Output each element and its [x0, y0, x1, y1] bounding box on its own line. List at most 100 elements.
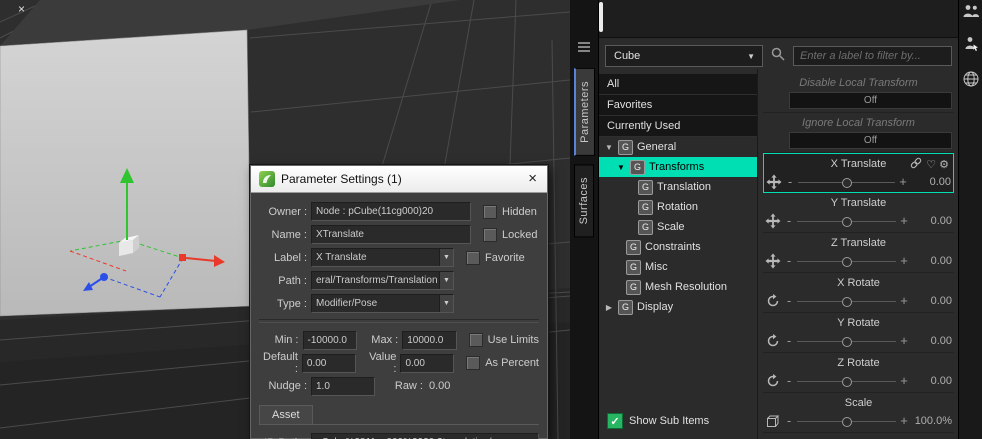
link-icon[interactable] [909, 156, 923, 173]
param-z-rotate[interactable]: Z Rotate - + 0.00 [763, 353, 954, 393]
nudge-field[interactable]: 1.0 [311, 376, 375, 396]
slider-decrement[interactable]: - [785, 373, 793, 388]
scrollbar-thumb[interactable] [599, 2, 603, 32]
slider-increment[interactable]: + [900, 413, 908, 428]
slider-decrement[interactable]: - [785, 333, 793, 348]
tree-item-mesh-resolution[interactable]: G Mesh Resolution [599, 277, 757, 297]
param-y-translate[interactable]: Y Translate - + 0.00 [763, 193, 954, 233]
slider-track[interactable] [797, 334, 896, 348]
owner-field[interactable]: Node : pCube(11cg000)20 [311, 202, 471, 221]
slider-value[interactable]: 0.00 [912, 375, 952, 387]
slider-value[interactable]: 0.00 [912, 215, 952, 227]
default-field[interactable]: 0.00 [301, 353, 356, 373]
expand-arrow-icon[interactable]: ▼ [604, 143, 614, 152]
tree-item-display[interactable]: ▶ G Display [599, 297, 757, 317]
off-button[interactable]: Off [789, 92, 952, 109]
expand-arrow-icon[interactable]: ▼ [616, 163, 626, 172]
expand-arrow-icon[interactable]: ▶ [604, 303, 614, 312]
panel-menu-icon[interactable] [576, 40, 592, 58]
dropdown-arrow-icon[interactable]: ▼ [439, 249, 453, 266]
checkbox-locked[interactable]: Locked [483, 227, 537, 242]
heart-icon[interactable]: ♡ [926, 158, 936, 172]
slider-track[interactable] [798, 175, 895, 189]
favorite-checkbox-box[interactable] [466, 250, 480, 265]
tab-parameters[interactable]: Parameters [573, 68, 595, 156]
globe-icon[interactable] [962, 70, 980, 93]
close-icon[interactable]: × [526, 171, 539, 186]
slider-value[interactable]: 0.00 [912, 255, 952, 267]
param-scale[interactable]: Scale - + 100.0% [763, 393, 954, 433]
slider-increment[interactable]: + [900, 293, 908, 308]
tab-asset[interactable]: Asset [259, 405, 313, 424]
tree-item-favorites[interactable]: Favorites [599, 95, 757, 116]
slider-increment[interactable]: + [900, 333, 908, 348]
dialog-titlebar[interactable]: Parameter Settings (1) × [251, 166, 547, 193]
slider-handle[interactable] [841, 216, 852, 227]
slider-track[interactable] [797, 254, 896, 268]
filter-input[interactable] [793, 46, 952, 66]
slider-handle[interactable] [841, 376, 852, 387]
slider-value[interactable]: 0.00 [912, 295, 952, 307]
tree-item-rotation[interactable]: G Rotation [599, 197, 757, 217]
param-x-translate[interactable]: X Translate ♡ ⚙ - + 0.00 [763, 153, 954, 193]
as-percent-checkbox-box[interactable] [466, 356, 481, 370]
show-sub-items-checkbox[interactable]: ✓ [607, 413, 623, 429]
param-y-rotate[interactable]: Y Rotate - + 0.00 [763, 313, 954, 353]
tree-item-all[interactable]: All [599, 74, 757, 95]
tree-item-general[interactable]: ▼ G General [599, 137, 757, 157]
checkbox-as-percent[interactable]: As Percent [466, 356, 539, 370]
slider-handle[interactable] [841, 177, 852, 188]
gear-icon[interactable]: ⚙ [939, 158, 949, 172]
value-field[interactable]: 0.00 [400, 353, 455, 373]
tree-item-misc[interactable]: G Misc [599, 257, 757, 277]
tree-item-constraints[interactable]: G Constraints [599, 237, 757, 257]
tree-item-translation[interactable]: G Translation [599, 177, 757, 197]
slider-value[interactable]: 0.00 [912, 335, 952, 347]
slider-decrement[interactable]: - [785, 253, 793, 268]
person-select-icon[interactable] [963, 36, 979, 57]
show-sub-items[interactable]: ✓ Show Sub Items [607, 413, 709, 429]
people-icon[interactable] [962, 4, 980, 23]
use-limits-checkbox-box[interactable] [468, 333, 483, 347]
slider-handle[interactable] [841, 256, 852, 267]
tree-item-currently-used[interactable]: Currently Used [599, 116, 757, 137]
type-field[interactable]: Modifier/Pose ▼ [311, 294, 454, 313]
id-path-field[interactable]: pCube%2811cg000%2920:?translation/x [311, 433, 539, 439]
locked-checkbox-box[interactable] [483, 227, 497, 242]
node-selector-dropdown[interactable]: Cube ▼ [605, 45, 763, 67]
max-field[interactable]: 10000.0 [402, 330, 457, 350]
slider-decrement[interactable]: - [785, 413, 793, 428]
dropdown-arrow-icon[interactable]: ▼ [439, 295, 453, 312]
param-z-translate[interactable]: Z Translate - + 0.00 [763, 233, 954, 273]
slider-decrement[interactable]: - [785, 293, 793, 308]
param-x-rotate[interactable]: X Rotate - + 0.00 [763, 273, 954, 313]
slider-track[interactable] [797, 414, 896, 428]
off-button[interactable]: Off [789, 132, 952, 149]
checkbox-use-limits[interactable]: Use Limits [468, 333, 539, 347]
slider-increment[interactable]: + [900, 213, 908, 228]
slider-increment[interactable]: + [899, 174, 907, 189]
slider-decrement[interactable]: - [786, 174, 794, 189]
tab-surfaces[interactable]: Surfaces [574, 163, 594, 238]
dropdown-arrow-icon[interactable]: ▼ [439, 272, 453, 289]
checkbox-favorite[interactable]: Favorite [466, 250, 525, 265]
checkbox-hidden[interactable]: Hidden [483, 204, 537, 219]
slider-handle[interactable] [841, 336, 852, 347]
name-field[interactable]: XTranslate [311, 225, 471, 244]
slider-handle[interactable] [841, 416, 852, 427]
slider-handle[interactable] [841, 296, 852, 307]
hidden-checkbox-box[interactable] [483, 204, 497, 219]
min-field[interactable]: -10000.0 [302, 330, 357, 350]
path-field[interactable]: eral/Transforms/Translation ▼ [311, 271, 454, 290]
slider-increment[interactable]: + [900, 373, 908, 388]
slider-track[interactable] [797, 374, 896, 388]
slider-increment[interactable]: + [900, 253, 908, 268]
slider-track[interactable] [797, 294, 896, 308]
slider-track[interactable] [797, 214, 896, 228]
tree-item-transforms[interactable]: ▼ G Transforms [599, 157, 757, 177]
slider-value[interactable]: 100.0% [912, 415, 952, 427]
tree-item-scale[interactable]: G Scale [599, 217, 757, 237]
slider-value[interactable]: 0.00 [911, 176, 951, 188]
slider-decrement[interactable]: - [785, 213, 793, 228]
label-field[interactable]: X Translate ▼ [311, 248, 454, 267]
